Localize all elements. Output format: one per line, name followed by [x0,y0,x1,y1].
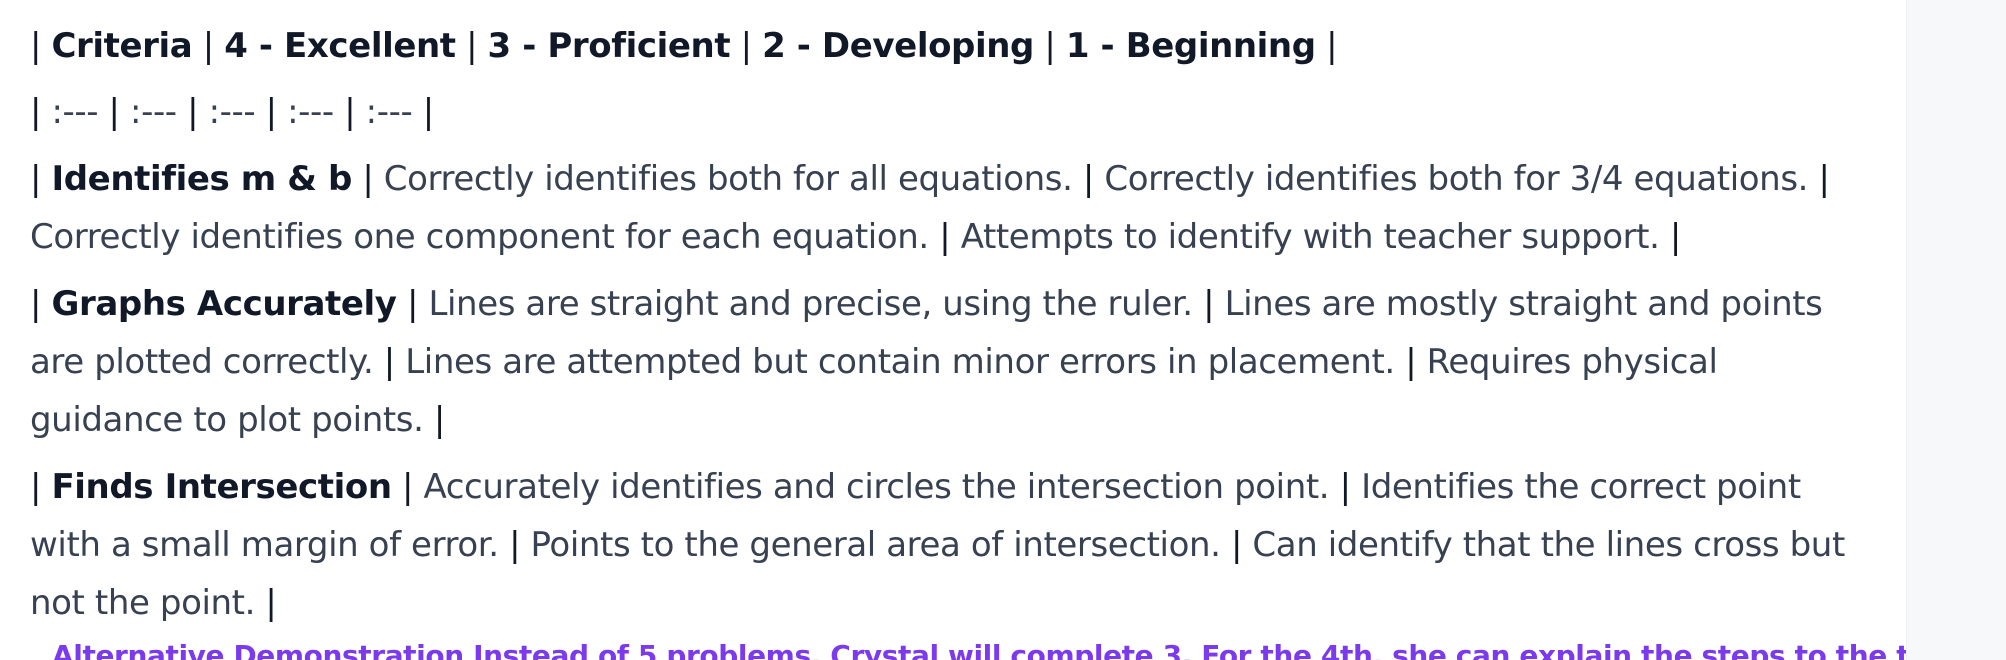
header-cell: Criteria [51,26,193,66]
rubric-cell: Attempts to identify with teacher suppor… [960,217,1660,257]
separator-cell: :--- [365,92,413,132]
rubric-cell: Lines are straight and precise, using th… [428,284,1193,324]
criterion-label: Finds Intersection [51,467,392,507]
header-cell: 4 - Excellent [224,26,456,66]
rubric-cell: Correctly identifies both for 3/4 equati… [1104,159,1809,199]
rubric-row-identifies: | Identifies m & b | Correctly identifie… [30,159,1830,257]
separator-cell: :--- [51,92,99,132]
criterion-label: Identifies m & b [51,159,352,199]
criterion-label: Graphs Accurately [51,284,397,324]
rubric-cell: Accurately identifies and circles the in… [423,467,1330,507]
separator-cell: :--- [208,92,256,132]
rubric-cell: Points to the general area of intersecti… [530,525,1221,565]
alternative-demonstration-note: Alternative Demonstration Instead of 5 p… [52,639,1906,660]
rubric-row-intersection: | Finds Intersection | Accurately identi… [30,467,1845,623]
rubric-separator-row: | :--- | :--- | :--- | :--- | :--- | [30,92,434,132]
header-cell: 2 - Developing [762,26,1034,66]
rubric-cell: Lines are attempted but contain minor er… [405,342,1395,382]
header-cell: 1 - Beginning [1065,26,1316,66]
rubric-cell: Correctly identifies one component for e… [30,217,929,257]
header-cell: 3 - Proficient [487,26,731,66]
rubric-row-graphs: | Graphs Accurately | Lines are straight… [30,284,1823,440]
rubric-header-row: | Criteria | 4 - Excellent | 3 - Profici… [30,26,1338,66]
separator-cell: :--- [287,92,334,132]
separator-cell: :--- [130,92,177,132]
document-content: | Criteria | 4 - Excellent | 3 - Profici… [0,0,1906,660]
right-side-panel [1906,0,2006,660]
rubric-cell: Correctly identifies both for all equati… [383,159,1073,199]
